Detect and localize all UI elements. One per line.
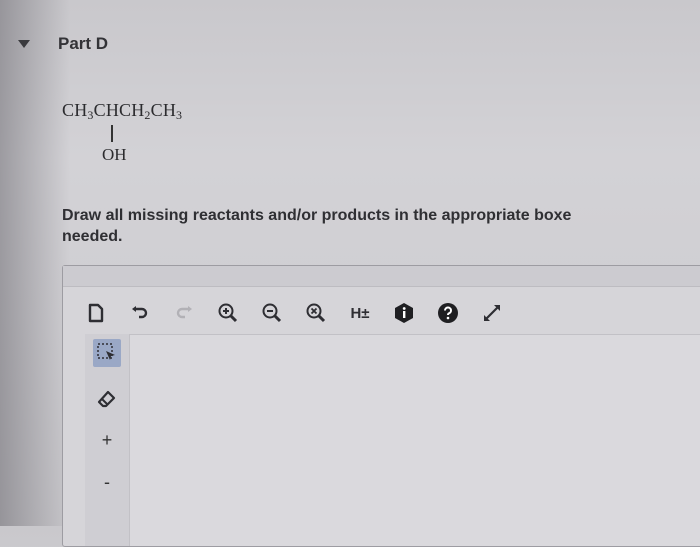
photo-vignette: [0, 0, 70, 526]
hydrogen-toggle-button[interactable]: H±: [349, 302, 371, 324]
drawing-editor: H± + -: [62, 265, 700, 547]
editor-top-bar: [63, 266, 700, 287]
increase-charge-button[interactable]: +: [93, 426, 121, 454]
collapse-caret-icon[interactable]: [18, 40, 30, 48]
drawing-canvas[interactable]: [129, 334, 700, 546]
instructions-text: Draw all missing reactants and/or produc…: [62, 207, 572, 245]
new-document-icon[interactable]: [85, 302, 107, 324]
formula-main: CH3CHCH2CH3: [62, 100, 183, 122]
info-icon[interactable]: [393, 302, 415, 324]
help-icon[interactable]: [437, 302, 459, 324]
side-toolbar: + -: [85, 334, 129, 546]
reset-zoom-icon[interactable]: [305, 302, 327, 324]
structural-formula: CH3CHCH2CH3 OH: [62, 100, 183, 164]
hydroxyl-group: OH: [102, 145, 127, 164]
redo-icon[interactable]: [173, 302, 195, 324]
undo-icon[interactable]: [129, 302, 151, 324]
zoom-out-icon[interactable]: [261, 302, 283, 324]
editor-toolbar: H±: [85, 296, 503, 330]
eraser-icon[interactable]: [93, 384, 121, 412]
selection-tool-icon[interactable]: [93, 339, 121, 367]
zoom-in-icon[interactable]: [217, 302, 239, 324]
fullscreen-icon[interactable]: [481, 302, 503, 324]
part-header[interactable]: Part D: [18, 34, 108, 54]
part-title: Part D: [58, 34, 109, 53]
decrease-charge-button[interactable]: -: [93, 468, 121, 496]
bond-line: [111, 125, 113, 142]
